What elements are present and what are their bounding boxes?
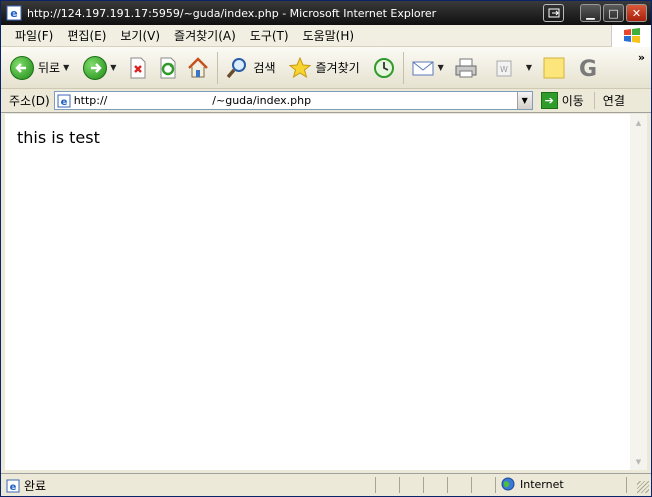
ie-logo-icon: e [6, 5, 22, 21]
g-logo-icon: G [576, 56, 600, 80]
search-button[interactable]: 검색 [222, 50, 278, 86]
mail-icon [411, 56, 435, 80]
favorites-button[interactable]: 즐겨찾기 [285, 50, 363, 86]
back-button[interactable]: 뒤로 ▼ [7, 50, 72, 86]
windows-logo-icon [611, 25, 651, 47]
search-label: 검색 [253, 61, 276, 75]
edit-page-icon: W [492, 56, 516, 80]
menu-favorites[interactable]: 즐겨찾기(A) [167, 27, 243, 44]
page-icon: e [57, 94, 71, 108]
zone-text: Internet [520, 477, 564, 491]
toolbar-overflow-chevron[interactable]: » [638, 51, 645, 64]
scroll-down-icon[interactable]: ▼ [630, 453, 647, 470]
forward-arrow-icon [83, 55, 108, 80]
close-button[interactable]: ✕ [626, 4, 647, 22]
status-divider [471, 477, 472, 493]
edit-dropdown-icon[interactable]: ▼ [526, 63, 532, 72]
printer-icon [454, 56, 478, 80]
stop-button[interactable] [123, 50, 153, 86]
address-bar: 주소(D) e http:// /~guda/index.php ▼ ➔ 이동 … [1, 89, 651, 113]
globe-icon [501, 477, 515, 491]
svg-text:e: e [10, 7, 17, 20]
toolbar-separator [217, 51, 219, 84]
svg-text:e: e [10, 482, 17, 493]
window-title: http://124.197.191.17:5959/~guda/index.p… [27, 6, 437, 20]
scroll-up-icon[interactable]: ▲ [630, 114, 647, 131]
menu-bar: 파일(F) 편집(E) 보기(V) 즐겨찾기(A) 도구(T) 도움말(H) [1, 25, 651, 47]
refresh-icon [156, 56, 180, 80]
address-dropdown-icon[interactable]: ▼ [516, 92, 532, 109]
svg-text:G: G [579, 57, 597, 80]
menu-view[interactable]: 보기(V) [113, 27, 167, 44]
print-button[interactable] [451, 50, 481, 86]
history-icon [372, 56, 396, 80]
search-icon [225, 56, 249, 80]
home-button[interactable] [183, 50, 213, 86]
status-divider [626, 477, 627, 493]
mail-dropdown-icon[interactable]: ▼ [438, 63, 444, 72]
menu-edit[interactable]: 편집(E) [60, 27, 113, 44]
back-arrow-icon [10, 55, 34, 80]
address-value[interactable]: http:// /~guda/index.php [74, 94, 311, 107]
menu-file[interactable]: 파일(F) [1, 27, 60, 44]
status-divider [447, 477, 448, 493]
standard-toolbar: 뒤로 ▼ ▼ 검색 즐겨찾기 ▼ W ▼ G » [1, 47, 651, 89]
security-zone: Internet [501, 477, 564, 491]
svg-text:W: W [500, 65, 508, 74]
resize-grip-icon[interactable] [637, 481, 649, 493]
status-divider [423, 477, 424, 493]
minimize-button[interactable]: ▁ [580, 4, 601, 22]
maximize-button[interactable]: □ [603, 4, 624, 22]
menu-tools[interactable]: 도구(T) [243, 27, 296, 44]
maximize-icon: □ [608, 6, 619, 20]
go-label: 이동 [561, 94, 584, 108]
history-button[interactable] [369, 50, 399, 86]
page-done-icon: e [6, 479, 20, 493]
title-extra-button[interactable] [543, 4, 564, 22]
address-input[interactable]: e http:// /~guda/index.php ▼ [53, 91, 533, 110]
vertical-scrollbar[interactable]: ▲ ▼ [630, 114, 647, 470]
menu-help[interactable]: 도움말(H) [296, 27, 362, 44]
status-divider [375, 477, 376, 493]
go-button[interactable]: ➔ 이동 [540, 92, 584, 109]
page-content[interactable]: this is test [5, 114, 630, 470]
notes-button[interactable] [539, 50, 569, 86]
arrow-box-icon [548, 8, 559, 18]
status-divider [399, 477, 400, 493]
home-icon [186, 56, 210, 80]
stop-icon [126, 56, 150, 80]
page-body-text: this is test [17, 128, 100, 147]
g-toolbar-button[interactable]: G [573, 50, 603, 86]
minimize-icon: ▁ [586, 6, 595, 20]
star-icon [288, 56, 312, 80]
toolbar-separator [402, 51, 404, 84]
browser-window: e http://124.197.191.17:5959/~guda/index… [0, 0, 652, 497]
sticky-note-icon [542, 56, 566, 80]
forward-dropdown-icon[interactable]: ▼ [110, 63, 116, 72]
svg-text:e: e [60, 97, 67, 108]
go-arrow-icon: ➔ [540, 92, 558, 109]
close-icon: ✕ [631, 6, 642, 20]
title-bar[interactable]: e http://124.197.191.17:5959/~guda/index… [1, 1, 651, 25]
address-label: 주소(D) [9, 94, 50, 108]
status-text: 완료 [24, 479, 47, 493]
links-button[interactable]: 연결 [593, 92, 625, 109]
back-dropdown-icon[interactable]: ▼ [63, 63, 69, 72]
status-divider [495, 477, 496, 493]
favorites-label: 즐겨찾기 [315, 61, 360, 75]
mail-button[interactable]: ▼ [408, 50, 447, 86]
refresh-button[interactable] [153, 50, 183, 86]
back-label: 뒤로 [38, 61, 61, 75]
status-bar: e 완료 Internet [1, 473, 651, 495]
edit-button[interactable]: W ▼ [489, 50, 535, 86]
forward-button[interactable]: ▼ [80, 50, 119, 86]
